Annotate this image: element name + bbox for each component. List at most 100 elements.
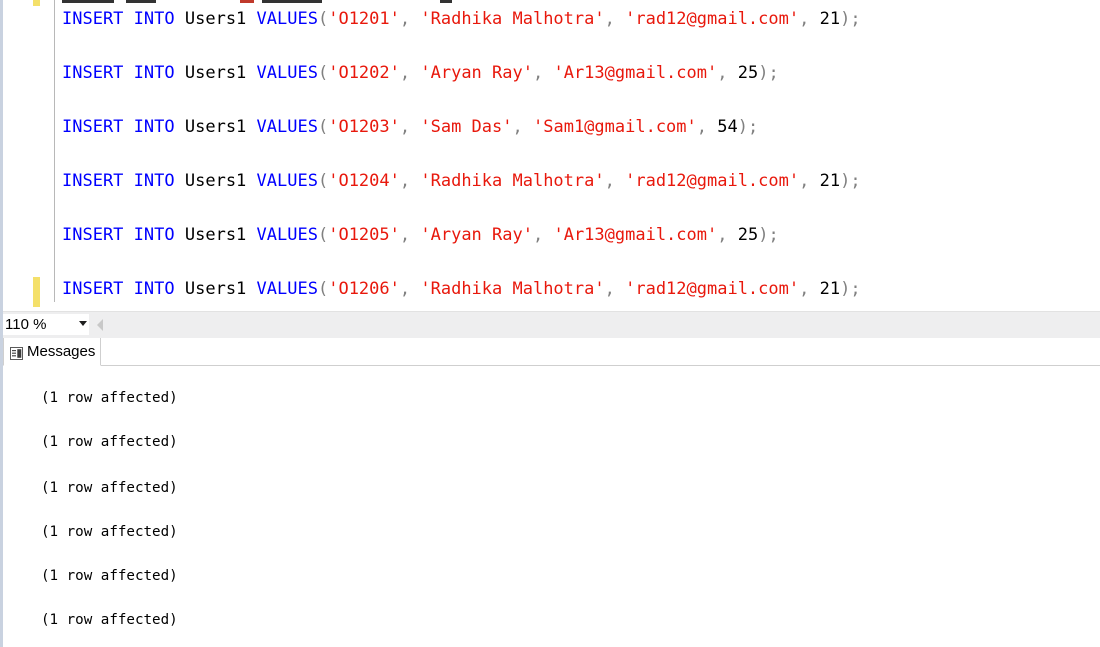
zoom-dropdown[interactable]: 110 % bbox=[3, 314, 89, 335]
sql-keyword: INSERT bbox=[62, 63, 124, 83]
punctuation: , bbox=[399, 63, 411, 83]
chevron-down-icon bbox=[79, 321, 87, 326]
punctuation: , bbox=[399, 9, 411, 29]
punctuation: , bbox=[512, 117, 523, 137]
punctuation: , bbox=[399, 117, 411, 137]
string-literal: 'Radhika Malhotra' bbox=[420, 171, 605, 191]
string-literal: 'O1203' bbox=[328, 117, 400, 137]
punctuation: , bbox=[799, 279, 810, 299]
change-marker-top bbox=[33, 0, 40, 6]
message-line: (1 row affected) bbox=[41, 612, 178, 628]
table-name: Users1 bbox=[184, 225, 247, 245]
sql-keyword: INSERT bbox=[62, 225, 124, 245]
message-line: (1 row affected) bbox=[41, 568, 178, 584]
partial-previous-line bbox=[0, 0, 1100, 4]
string-literal: 'O1204' bbox=[328, 171, 400, 191]
string-literal: 'Aryan Ray' bbox=[420, 63, 533, 83]
string-literal: 'Ar13@gmail.com' bbox=[553, 225, 718, 245]
string-literal: 'rad12@gmail.com' bbox=[625, 171, 800, 191]
numeric-literal: 21 bbox=[819, 171, 841, 191]
string-literal: 'O1205' bbox=[328, 225, 400, 245]
tab-messages[interactable]: Messages bbox=[3, 338, 102, 366]
punctuation: ( bbox=[317, 225, 329, 245]
sql-keyword: VALUES bbox=[256, 279, 318, 299]
scroll-left-icon[interactable] bbox=[97, 319, 103, 331]
code-line[interactable]: INSERT INTO Users1 VALUES('O1204', 'Radh… bbox=[62, 169, 861, 193]
punctuation: , bbox=[696, 117, 708, 137]
editor-margin bbox=[3, 0, 33, 311]
sql-keyword: VALUES bbox=[256, 63, 318, 83]
results-tab-strip: Messages bbox=[0, 338, 1100, 366]
sql-keyword: INTO bbox=[133, 117, 175, 137]
outline-guide bbox=[54, 0, 55, 302]
string-literal: 'rad12@gmail.com' bbox=[625, 9, 800, 29]
string-literal: 'O1201' bbox=[328, 9, 400, 29]
punctuation: ); bbox=[840, 279, 861, 299]
sql-keyword: VALUES bbox=[256, 225, 318, 245]
table-name: Users1 bbox=[184, 279, 247, 299]
numeric-literal: 21 bbox=[819, 279, 841, 299]
messages-icon bbox=[10, 345, 23, 360]
sql-keyword: INTO bbox=[133, 171, 175, 191]
sql-keyword: INTO bbox=[133, 279, 175, 299]
sql-keyword: VALUES bbox=[256, 171, 318, 191]
code-line[interactable]: INSERT INTO Users1 VALUES('O1205', 'Arya… bbox=[62, 223, 779, 247]
table-name: Users1 bbox=[184, 63, 247, 83]
message-line: (1 row affected) bbox=[41, 434, 178, 450]
window-left-edge bbox=[0, 0, 3, 647]
numeric-literal: 54 bbox=[717, 117, 738, 137]
punctuation: , bbox=[532, 63, 544, 83]
sql-query-window: INSERT INTO Users1 VALUES('O1201', 'Radh… bbox=[0, 0, 1100, 647]
punctuation: , bbox=[604, 279, 615, 299]
string-literal: 'rad12@gmail.com' bbox=[625, 279, 800, 299]
punctuation: ); bbox=[840, 9, 861, 29]
numeric-literal: 25 bbox=[737, 63, 759, 83]
table-name: Users1 bbox=[184, 171, 247, 191]
punctuation: , bbox=[604, 171, 615, 191]
punctuation: , bbox=[399, 279, 411, 299]
sql-keyword: INSERT bbox=[62, 279, 124, 299]
code-line[interactable]: INSERT INTO Users1 VALUES('O1202', 'Arya… bbox=[62, 61, 779, 85]
code-line[interactable]: INSERT INTO Users1 VALUES('O1203', 'Sam … bbox=[62, 115, 758, 139]
punctuation: , bbox=[799, 9, 810, 29]
punctuation: ( bbox=[317, 63, 329, 83]
string-literal: 'Aryan Ray' bbox=[420, 225, 533, 245]
punctuation: , bbox=[399, 171, 411, 191]
message-line: (1 row affected) bbox=[41, 524, 178, 540]
punctuation: ( bbox=[317, 117, 329, 137]
string-literal: 'O1206' bbox=[328, 279, 400, 299]
sql-keyword: INTO bbox=[133, 63, 175, 83]
punctuation: , bbox=[717, 225, 728, 245]
punctuation: , bbox=[399, 225, 411, 245]
punctuation: ); bbox=[737, 117, 759, 137]
code-line[interactable]: INSERT INTO Users1 VALUES('O1206', 'Radh… bbox=[62, 277, 861, 301]
sql-keyword: INTO bbox=[133, 9, 175, 29]
sql-keyword: VALUES bbox=[256, 117, 318, 137]
punctuation: , bbox=[532, 225, 544, 245]
string-literal: 'O1202' bbox=[328, 63, 400, 83]
sql-keyword: INSERT bbox=[62, 9, 124, 29]
table-name: Users1 bbox=[184, 9, 247, 29]
punctuation: , bbox=[604, 9, 615, 29]
string-literal: 'Sam Das' bbox=[420, 117, 513, 137]
message-line: (1 row affected) bbox=[41, 480, 178, 496]
punctuation: ( bbox=[317, 9, 329, 29]
string-literal: 'Sam1@gmail.com' bbox=[533, 117, 697, 137]
query-editor[interactable]: INSERT INTO Users1 VALUES('O1201', 'Radh… bbox=[0, 0, 1100, 311]
sql-keyword: INSERT bbox=[62, 117, 124, 137]
string-literal: 'Radhika Malhotra' bbox=[420, 279, 605, 299]
code-line[interactable]: INSERT INTO Users1 VALUES('O1201', 'Radh… bbox=[62, 7, 861, 31]
results-pane: Messages (1 row affected) (1 row affected… bbox=[0, 338, 1100, 647]
numeric-literal: 25 bbox=[737, 225, 759, 245]
sql-keyword: VALUES bbox=[256, 9, 318, 29]
change-marker-current bbox=[33, 277, 40, 307]
string-literal: 'Radhika Malhotra' bbox=[420, 9, 605, 29]
punctuation: ); bbox=[840, 171, 861, 191]
table-name: Users1 bbox=[184, 117, 247, 137]
string-literal: 'Ar13@gmail.com' bbox=[553, 63, 718, 83]
punctuation: , bbox=[717, 63, 728, 83]
horizontal-scrollbar[interactable] bbox=[110, 316, 1095, 334]
punctuation: ( bbox=[317, 171, 329, 191]
zoom-value: 110 % bbox=[5, 316, 47, 333]
numeric-literal: 21 bbox=[819, 9, 841, 29]
